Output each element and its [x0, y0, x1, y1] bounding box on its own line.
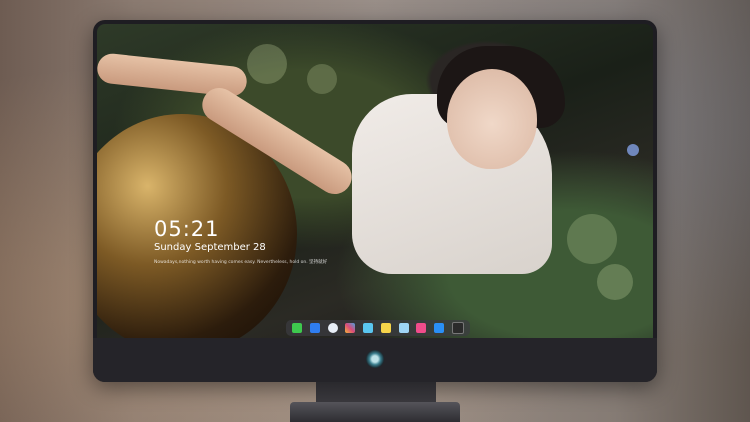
wallpaper-face [447, 69, 537, 169]
monitor: 05:21 Sunday September 28 Nowadays,nothi… [93, 20, 657, 382]
finder-icon[interactable] [309, 323, 320, 333]
preview-icon[interactable] [398, 323, 409, 333]
music-icon[interactable] [416, 323, 427, 333]
safari-icon[interactable] [327, 323, 338, 333]
desktop-screen: 05:21 Sunday September 28 Nowadays,nothi… [97, 24, 653, 338]
lock-clock: 05:21 [154, 217, 220, 241]
photos-icon[interactable] [345, 323, 356, 333]
monitor-stand-neck [316, 382, 436, 404]
notes-icon[interactable] [380, 323, 391, 333]
app-store-icon[interactable] [434, 323, 445, 333]
brand-logo-icon [366, 350, 384, 368]
dock [286, 320, 470, 336]
monitor-stand-base [290, 402, 460, 422]
launchpad-icon[interactable] [363, 323, 374, 333]
lock-quote: Nowadays,nothing worth having comes easy… [154, 260, 328, 265]
messages-icon[interactable] [292, 323, 302, 333]
lock-date: Sunday September 28 [154, 242, 266, 253]
terminal-icon[interactable] [451, 322, 464, 334]
